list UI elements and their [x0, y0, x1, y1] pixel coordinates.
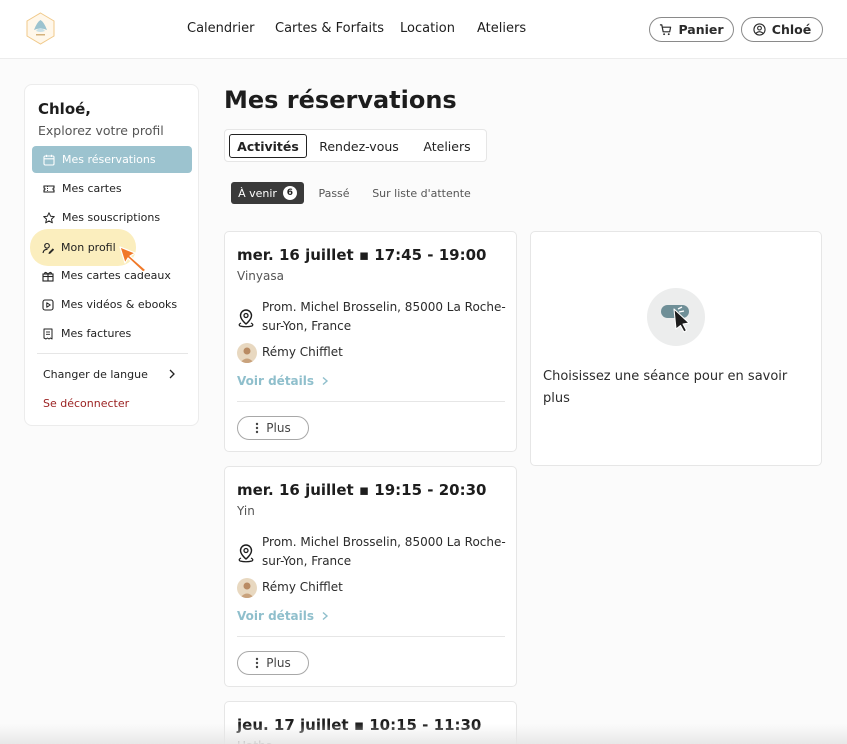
sidebar-item-cartes[interactable]: Mes cartes — [32, 175, 192, 202]
location-pin-icon — [238, 544, 254, 563]
user-circle-icon — [753, 23, 766, 36]
booking-location: Prom. Michel Brosselin, 85000 La Roche-s… — [262, 535, 506, 568]
chevron-right-icon[interactable] — [167, 367, 177, 381]
subtab-waitlist[interactable]: Sur liste d'attente — [371, 182, 472, 204]
cursor-click-icon — [647, 288, 705, 346]
user-account-button[interactable]: Chloé — [741, 17, 823, 42]
more-options-button[interactable]: Plus — [237, 416, 309, 440]
view-details-link[interactable]: Voir détails — [237, 374, 329, 388]
studio-logo-icon[interactable] — [24, 12, 57, 45]
session-info-text: Choisissez une séance pour en savoir plu… — [543, 369, 788, 406]
location-pin-icon — [238, 309, 254, 328]
sidebar-item-label: Mes vidéos & ebooks — [61, 298, 178, 311]
booking-date: mer. 16 juillet ▪ 17:45 - 19:00 — [237, 246, 487, 264]
tab-rendez-vous[interactable]: Rendez-vous — [313, 134, 405, 158]
sidebar-item-cartes-cadeaux[interactable]: Mes cartes cadeaux — [31, 262, 191, 289]
chevron-right-icon — [322, 376, 329, 386]
sidebar-item-videos[interactable]: Mes vidéos & ebooks — [31, 291, 191, 318]
booking-teacher: Rémy Chifflet — [262, 345, 343, 359]
cart-label: Panier — [678, 22, 724, 37]
teacher-avatar — [237, 343, 257, 363]
change-language-link[interactable]: Changer de langue — [43, 368, 148, 381]
view-details-label: Voir détails — [237, 374, 315, 388]
session-info-panel: Choisissez une séance pour en savoir plu… — [530, 231, 822, 466]
booking-type-tabs: Activités Rendez-vous Ateliers — [224, 129, 487, 162]
logout-link[interactable]: Se déconnecter — [43, 397, 129, 410]
booking-class: Yin — [237, 504, 255, 518]
sidebar-item-label: Mes souscriptions — [62, 211, 161, 224]
sidebar-subtitle: Explorez votre profil — [38, 123, 164, 138]
gift-icon — [42, 271, 54, 282]
top-bar: Calendrier Cartes & Forfaits Location At… — [0, 0, 847, 59]
sidebar-item-label: Mes factures — [61, 327, 132, 340]
more-options-button[interactable]: Plus — [237, 651, 309, 675]
page-title: Mes réservations — [224, 86, 457, 114]
booking-card[interactable]: mer. 16 juillet ▪ 17:45 - 19:00 Vinyasa … — [224, 231, 517, 452]
chevron-right-icon — [322, 611, 329, 621]
calendar-icon — [43, 154, 55, 166]
kebab-menu-icon — [256, 657, 259, 669]
upcoming-count-badge: 6 — [282, 186, 297, 200]
sidebar-item-label: Mes cartes cadeaux — [61, 269, 171, 282]
sidebar-divider — [37, 353, 188, 354]
play-icon — [42, 298, 54, 311]
booking-card[interactable]: mer. 16 juillet ▪ 19:15 - 20:30 Yin Prom… — [224, 466, 517, 687]
kebab-menu-icon — [256, 422, 259, 434]
sidebar-item-profil[interactable]: Mon profil — [31, 234, 191, 261]
sidebar-item-souscriptions[interactable]: Mes souscriptions — [32, 204, 192, 231]
cart-icon — [660, 24, 672, 36]
nav-ateliers[interactable]: Ateliers — [477, 21, 526, 36]
sidebar-item-reservations[interactable]: Mes réservations — [32, 146, 192, 173]
booking-class: Vinyasa — [237, 269, 284, 283]
booking-date: mer. 16 juillet ▪ 19:15 - 20:30 — [237, 481, 487, 499]
booking-teacher: Rémy Chifflet — [262, 580, 343, 594]
more-options-label: Plus — [266, 421, 291, 435]
sidebar-item-label: Mon profil — [61, 241, 116, 254]
star-icon — [43, 211, 55, 223]
nav-cartes-forfaits[interactable]: Cartes & Forfaits — [275, 21, 384, 36]
mouse-cursor-icon — [119, 246, 147, 272]
sidebar-greeting: Chloé, — [38, 100, 92, 118]
subtab-past[interactable]: Passé — [314, 182, 354, 204]
more-options-label: Plus — [266, 656, 291, 670]
sidebar-item-factures[interactable]: Mes factures — [31, 320, 191, 347]
user-label: Chloé — [771, 22, 812, 37]
invoice-icon — [43, 328, 53, 339]
cart-button[interactable]: Panier — [649, 17, 734, 42]
subtab-upcoming[interactable]: À venir 6 — [231, 182, 304, 204]
view-details-label: Voir détails — [237, 609, 315, 623]
subtab-upcoming-label: À venir — [238, 186, 277, 200]
tab-activites[interactable]: Activités — [229, 134, 307, 158]
tab-ateliers[interactable]: Ateliers — [413, 134, 481, 158]
nav-calendrier[interactable]: Calendrier — [187, 21, 254, 36]
card-divider — [237, 401, 505, 402]
bottom-fade — [0, 724, 847, 744]
user-edit-icon — [42, 242, 54, 254]
sidebar-item-label: Mes réservations — [62, 153, 156, 166]
nav-location[interactable]: Location — [400, 21, 455, 36]
view-details-link[interactable]: Voir détails — [237, 609, 329, 623]
booking-location: Prom. Michel Brosselin, 85000 La Roche-s… — [262, 300, 506, 333]
ticket-icon — [43, 184, 55, 193]
card-divider — [237, 636, 505, 637]
sidebar-item-label: Mes cartes — [62, 182, 122, 195]
teacher-avatar — [237, 578, 257, 598]
